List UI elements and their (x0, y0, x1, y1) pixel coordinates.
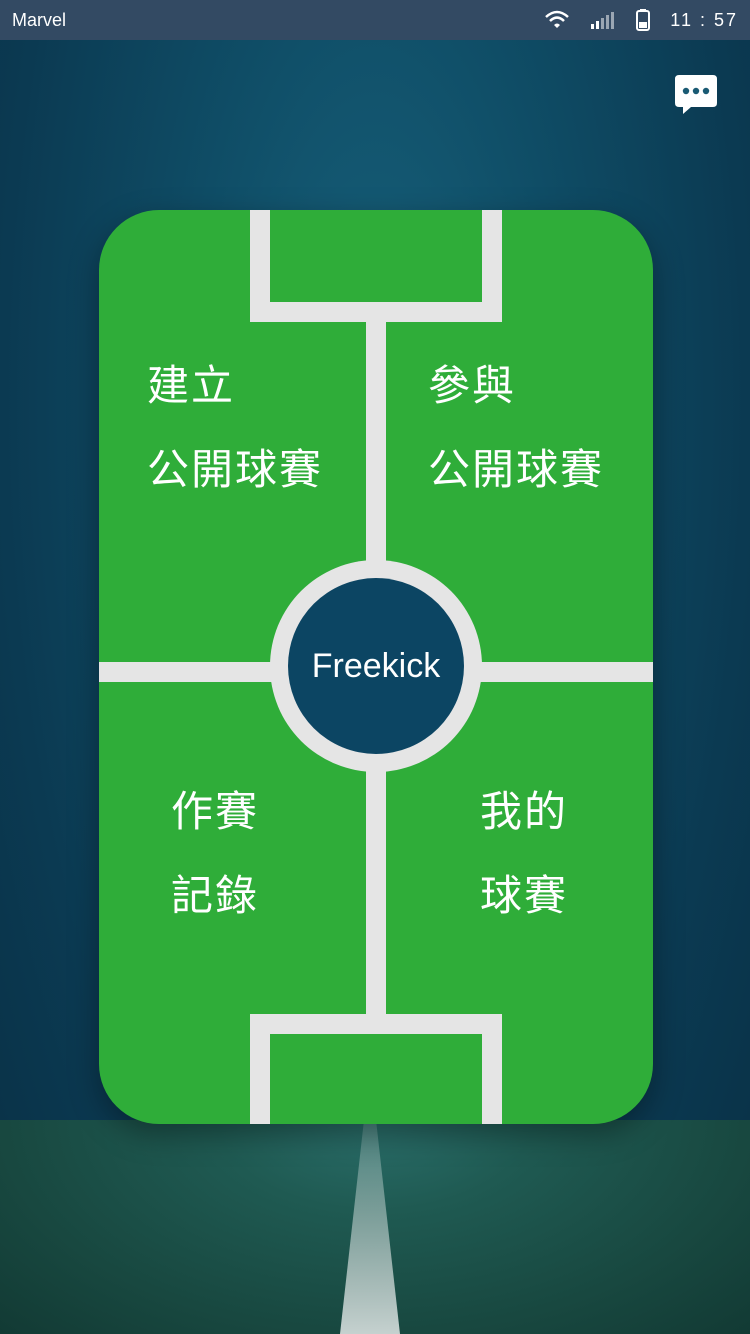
mine-line2: 球賽 (480, 871, 569, 920)
freekick-logo-button[interactable]: Freekick (288, 578, 464, 754)
status-bar: Marvel 11 : 57 (0, 0, 750, 40)
battery-icon (636, 9, 651, 31)
carrier-name: Marvel (12, 9, 67, 30)
my-matches-button[interactable]: 我的 球賽 (480, 770, 568, 938)
create-public-match-button[interactable]: 建立 公開球賽 (147, 344, 323, 512)
clock: 11 : 57 (670, 9, 738, 30)
join-public-match-button[interactable]: 參與 公開球賽 (428, 344, 604, 512)
bottom-goal-top-line (250, 1014, 502, 1034)
chat-bubble-icon[interactable] (673, 73, 719, 115)
freekick-logo-text: Freekick (311, 646, 441, 685)
create-line1: 建立 (147, 361, 236, 410)
join-line1: 參與 (428, 361, 517, 410)
records-line2: 記錄 (171, 871, 260, 920)
create-line2: 公開球賽 (147, 445, 324, 494)
records-line1: 作賽 (171, 787, 260, 836)
join-line2: 公開球賽 (428, 445, 605, 494)
signal-icon (591, 12, 615, 29)
mine-line1: 我的 (480, 787, 569, 836)
wifi-icon (545, 10, 570, 28)
match-records-button[interactable]: 作賽 記錄 (171, 770, 259, 938)
top-goal-bottom-line (250, 302, 502, 322)
status-icons: 11 : 57 (544, 9, 738, 31)
